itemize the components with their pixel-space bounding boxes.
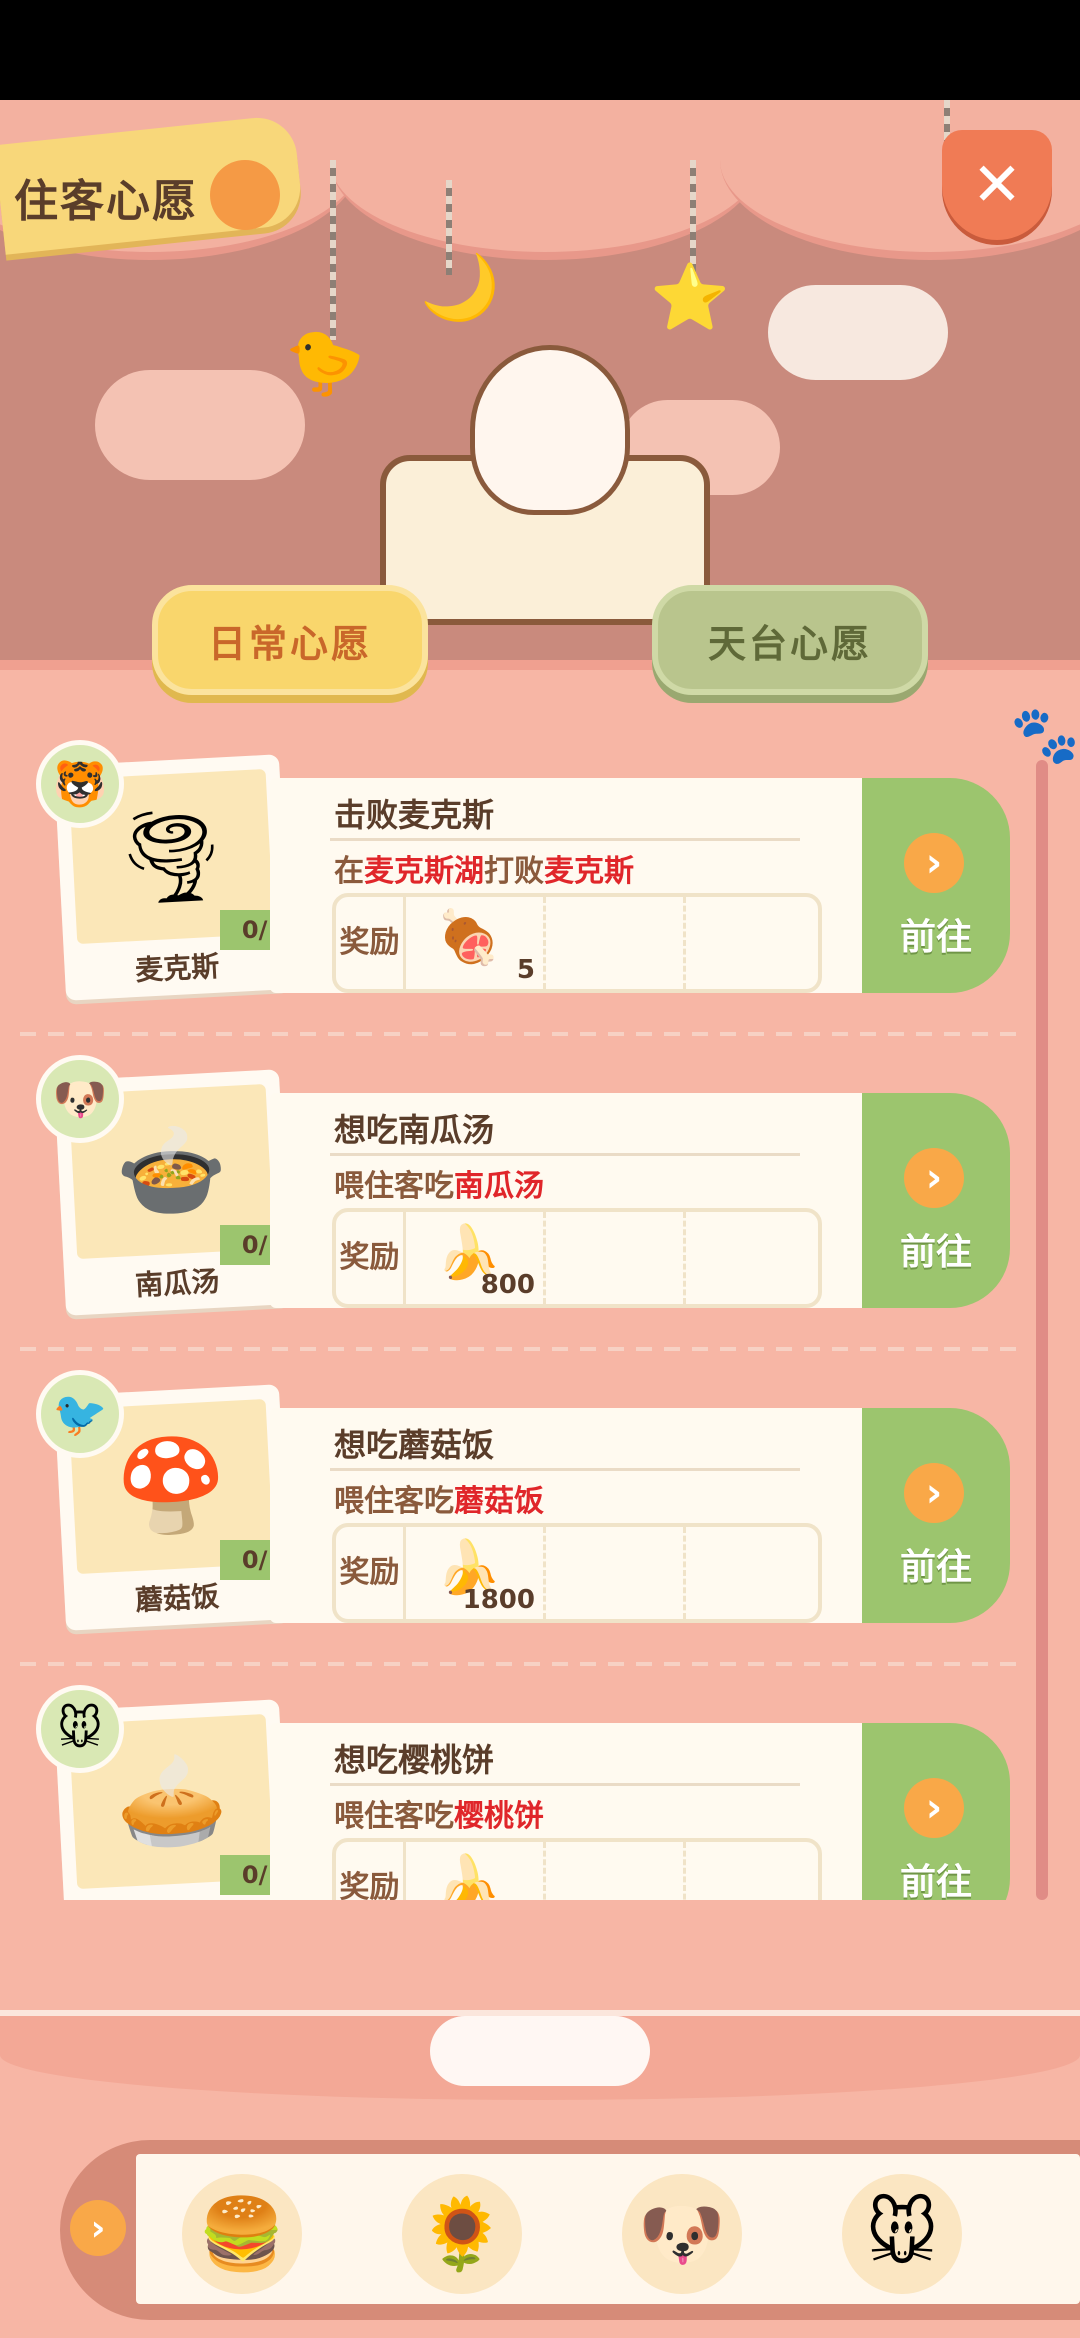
go-label: 前往 <box>899 917 972 958</box>
quest-description: 喂住客吃樱桃饼 <box>334 1799 544 1834</box>
guest-selector-bar: › 🍔 🌻 🐶 🐭 <box>60 2140 1080 2320</box>
go-button[interactable]: › 前往 <box>862 1408 1010 1623</box>
reward-slot-empty <box>546 1842 686 1900</box>
reward-slot: 🍌 1800 <box>406 1527 546 1619</box>
tiger-avatar-icon: 🐯 <box>36 740 124 828</box>
reward-label: 奖励 <box>336 1842 406 1900</box>
reward-slot: 🍖 5 <box>406 897 546 989</box>
divider-line <box>330 1153 800 1156</box>
burger-guest-icon[interactable]: 🍔 <box>182 2174 302 2294</box>
quest-card: 🥧 0/1 🐭 想吃樱桃饼 喂住客吃樱桃饼 奖励 🍌 › 前往 <box>20 1685 1020 1900</box>
pink-cloud <box>95 370 305 480</box>
divider <box>20 1347 1020 1351</box>
reward-box: 奖励 🍖 5 <box>332 893 822 993</box>
arrow-right-icon: › <box>904 1148 964 1208</box>
star-charm-icon: ⭐ <box>650 261 730 335</box>
reward-box: 奖励 🍌 <box>332 1838 822 1900</box>
go-button[interactable]: › 前往 <box>862 1093 1010 1308</box>
quest-title: 击败麦克斯 <box>334 796 495 834</box>
quest-card: 🍲 南瓜汤 0/1 🐶 想吃南瓜汤 喂住客吃南瓜汤 奖励 🍌 800 › 前往 <box>20 1055 1020 1325</box>
quest-body: 想吃南瓜汤 喂住客吃南瓜汤 奖励 🍌 800 <box>270 1093 890 1308</box>
quest-body: 想吃蘑菇饭 喂住客吃蘑菇饭 奖励 🍌 1800 <box>270 1408 890 1623</box>
reward-slot: 🍌 <box>406 1842 546 1900</box>
rain-cloud <box>768 285 948 380</box>
winged-heart-icon <box>430 2016 650 2086</box>
reward-count: 5 <box>516 955 535 985</box>
bird-charm-icon: 🐤 <box>285 326 365 400</box>
moon-charm-icon: 🌙 <box>420 251 500 325</box>
reward-slot: 🍌 800 <box>406 1212 546 1304</box>
arrow-right-icon[interactable]: › <box>70 2200 126 2256</box>
quest-title: 想吃南瓜汤 <box>334 1111 495 1149</box>
go-label: 前往 <box>899 1547 972 1588</box>
divider-line <box>330 838 800 841</box>
quest-body: 击败麦克斯 在麦克斯湖打败麦克斯 奖励 🍖 5 <box>270 778 890 993</box>
reward-label: 奖励 <box>336 897 406 989</box>
reward-count: 1800 <box>462 1585 535 1615</box>
dog-avatar-icon: 🐶 <box>36 1055 124 1143</box>
puppy-guest-icon[interactable]: 🐶 <box>622 2174 742 2294</box>
divider <box>20 1032 1020 1036</box>
reward-count: 800 <box>480 1270 535 1300</box>
quest-description: 喂住客吃蘑菇饭 <box>334 1484 544 1519</box>
reward-slot-empty <box>546 1527 686 1619</box>
quest-title: 想吃蘑菇饭 <box>334 1426 495 1464</box>
sunflower-guest-icon[interactable]: 🌻 <box>402 2174 522 2294</box>
reward-box: 奖励 🍌 1800 <box>332 1523 822 1623</box>
reward-box: 奖励 🍌 800 <box>332 1208 822 1308</box>
reward-slot-empty <box>546 897 686 989</box>
close-button[interactable]: ✕ <box>942 130 1052 240</box>
divider-line <box>330 1468 800 1471</box>
scroll-paw-icon: 🐾 <box>1010 703 1080 768</box>
go-label: 前往 <box>899 1862 972 1900</box>
go-label: 前往 <box>899 1232 972 1273</box>
guest-list: 🍔 🌻 🐶 🐭 <box>136 2154 1080 2304</box>
page-title: 住客心愿 <box>14 176 198 227</box>
go-button[interactable]: › 前往 <box>862 1723 1010 1900</box>
quest-description: 在麦克斯湖打败麦克斯 <box>334 854 634 889</box>
arrow-right-icon: › <box>904 1463 964 1523</box>
cat-illustration <box>470 345 630 515</box>
arrow-right-icon: › <box>904 1778 964 1838</box>
quest-body: 想吃樱桃饼 喂住客吃樱桃饼 奖励 🍌 <box>270 1723 890 1900</box>
reward-label: 奖励 <box>336 1212 406 1304</box>
divider <box>20 1662 1020 1666</box>
tab-daily-wishes[interactable]: 日常心愿 <box>152 585 428 695</box>
quest-description: 喂住客吃南瓜汤 <box>334 1169 544 1204</box>
scrollbar[interactable] <box>1036 760 1048 1900</box>
reward-slot-empty <box>546 1212 686 1304</box>
wish-screen: 🐤 🌙 ⭐ 住客心愿 ✕ 日常心愿 天台心愿 🐾 🌪 麦克斯 0/1 🐯 击败麦… <box>0 0 1080 2338</box>
status-bar <box>0 0 1080 100</box>
reward-label: 奖励 <box>336 1527 406 1619</box>
arrow-right-icon: › <box>904 833 964 893</box>
bird-avatar-icon: 🐦 <box>36 1370 124 1458</box>
paw-icon <box>210 160 280 230</box>
paw-stick-icon: 🍖 <box>436 908 501 968</box>
go-button[interactable]: › 前往 <box>862 778 1010 993</box>
divider-line <box>330 1783 800 1786</box>
quest-card: 🍄 蘑菇饭 0/1 🐦 想吃蘑菇饭 喂住客吃蘑菇饭 奖励 🍌 1800 › 前往 <box>20 1370 1020 1640</box>
string <box>330 160 336 340</box>
quest-list: 🌪 麦克斯 0/1 🐯 击败麦克斯 在麦克斯湖打败麦克斯 奖励 🍖 5 › 前往… <box>20 740 1020 1900</box>
close-icon: ✕ <box>971 150 1023 220</box>
mouse-guest-icon[interactable]: 🐭 <box>842 2174 962 2294</box>
mouse-avatar-icon: 🐭 <box>36 1685 124 1773</box>
quest-title: 想吃樱桃饼 <box>334 1741 495 1779</box>
tab-rooftop-wishes[interactable]: 天台心愿 <box>652 585 928 695</box>
banana-icon: 🍌 <box>436 1853 501 1900</box>
quest-card: 🌪 麦克斯 0/1 🐯 击败麦克斯 在麦克斯湖打败麦克斯 奖励 🍖 5 › 前往 <box>20 740 1020 1010</box>
